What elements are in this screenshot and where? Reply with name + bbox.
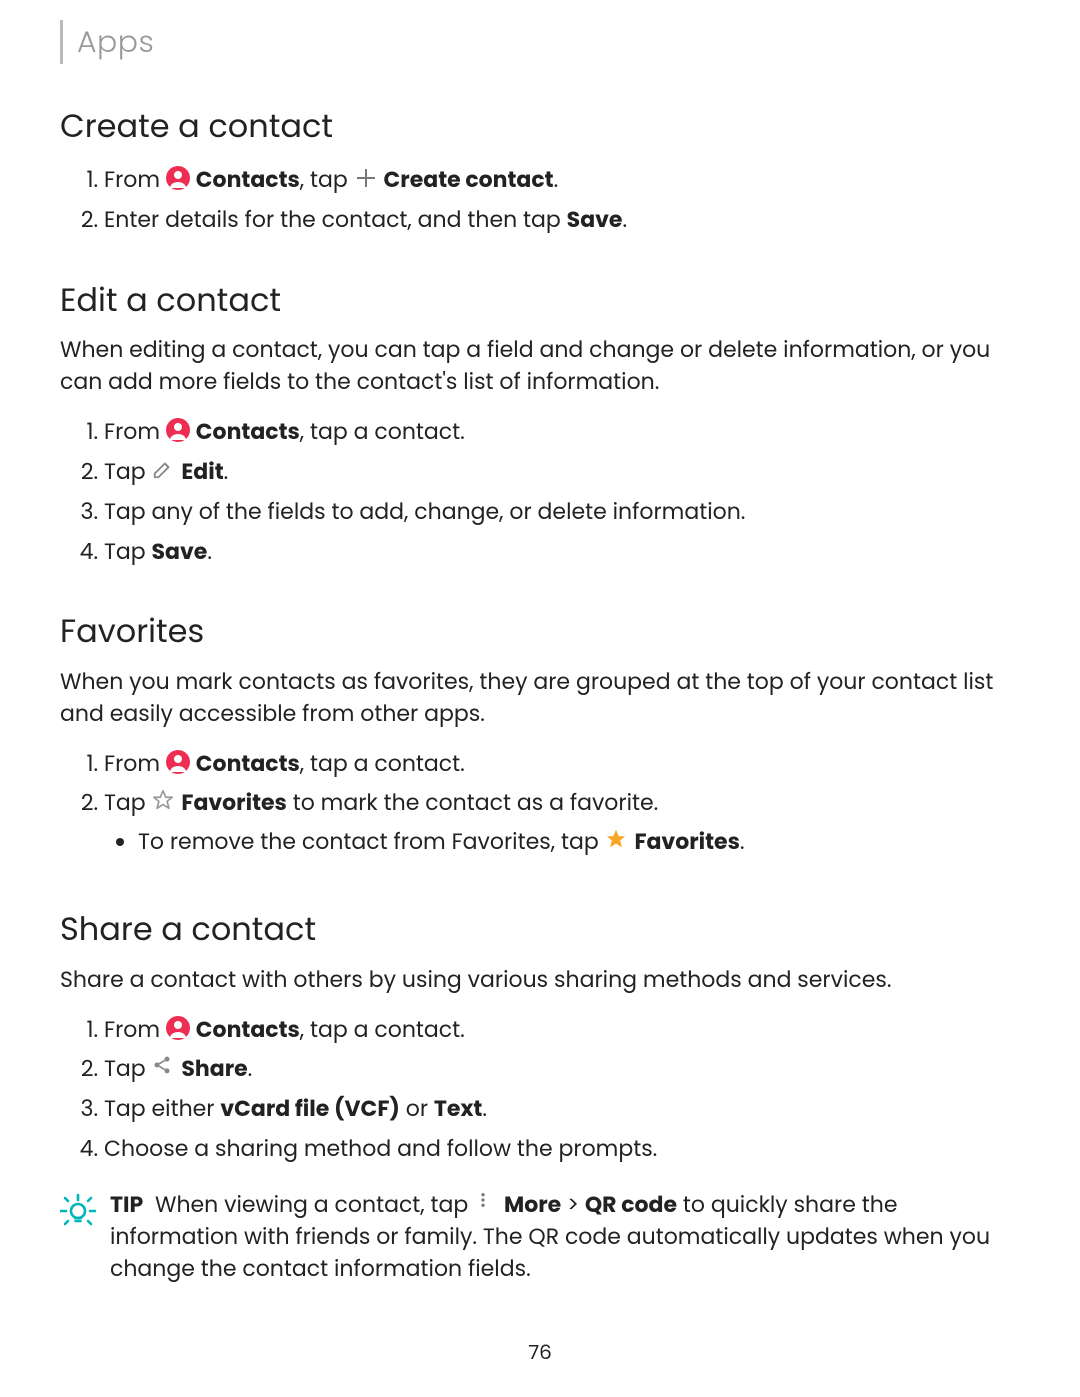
step-text: From: [104, 1014, 166, 1045]
intro-edit-contact: When editing a contact, you can tap a fi…: [60, 334, 1020, 398]
share-icon: [152, 1055, 176, 1079]
step-text-bold: Edit: [181, 456, 223, 487]
step-text-bold: Save: [567, 204, 623, 235]
tip-text: TIP When viewing a contact, tap More > Q…: [110, 1189, 1020, 1285]
tip-body: When viewing a contact, tap: [155, 1189, 474, 1220]
step: From Contacts, tap a contact.: [104, 412, 1020, 452]
step-text: Tap: [104, 536, 152, 567]
plus-icon: [354, 166, 378, 190]
contacts-icon: [166, 418, 190, 442]
heading-favorites: Favorites: [60, 609, 1020, 655]
step-text: .: [224, 456, 229, 487]
tip-more-label: More: [504, 1189, 561, 1220]
step-text: or: [400, 1093, 434, 1124]
step: From Contacts, tap a contact.: [104, 744, 1020, 784]
step: Tap Favorites to mark the contact as a f…: [104, 783, 1020, 869]
step-text: Tap: [104, 456, 152, 487]
step-text: .: [622, 204, 627, 235]
document-page: Apps Create a contact From Contacts, tap…: [0, 0, 1080, 1397]
step: Tap any of the fields to add, change, or…: [104, 492, 1020, 532]
step: Tap either vCard file (VCF) or Text.: [104, 1089, 1020, 1129]
step-text: From: [104, 164, 166, 195]
step-text-bold: vCard file (VCF): [220, 1093, 399, 1124]
step-text: Enter details for the contact, and then …: [104, 204, 567, 235]
steps-favorites: From Contacts, tap a contact. Tap Favori…: [60, 744, 1020, 870]
step-text: Tap: [104, 1053, 152, 1084]
heading-share-contact: Share a contact: [60, 907, 1020, 953]
step-text-bold: Contacts: [196, 748, 300, 779]
step: From Contacts, tap Create contact.: [104, 160, 1020, 200]
step-text-bold: Favorites: [634, 826, 739, 857]
edit-icon: [152, 458, 176, 482]
step-text: , tap a contact.: [300, 748, 465, 779]
step-text-bold: Share: [181, 1053, 247, 1084]
step-text: From: [104, 748, 166, 779]
step-text: .: [207, 536, 212, 567]
intro-share-contact: Share a contact with others by using var…: [60, 964, 1020, 996]
step: Tap Share.: [104, 1049, 1020, 1089]
step-text-bold: Contacts: [196, 164, 300, 195]
tip-qr-label: QR code: [585, 1189, 677, 1220]
substeps-favorites: To remove the contact from Favorites, ta…: [104, 823, 1020, 861]
tip-label: TIP: [110, 1189, 143, 1220]
contacts-icon: [166, 750, 190, 774]
step: From Contacts, tap a contact.: [104, 1010, 1020, 1050]
step: Choose a sharing method and follow the p…: [104, 1129, 1020, 1169]
step: Enter details for the contact, and then …: [104, 200, 1020, 240]
heading-edit-contact: Edit a contact: [60, 278, 1020, 324]
steps-share-contact: From Contacts, tap a contact. Tap Share.…: [60, 1010, 1020, 1170]
step-text-bold: Contacts: [196, 1014, 300, 1045]
intro-favorites: When you mark contacts as favorites, the…: [60, 666, 1020, 730]
step-text: From: [104, 416, 166, 447]
tip-block: TIP When viewing a contact, tap More > Q…: [60, 1189, 1020, 1285]
step: Tap Save.: [104, 532, 1020, 572]
heading-create-contact: Create a contact: [60, 104, 1020, 150]
steps-create-contact: From Contacts, tap Create contact. Enter…: [60, 160, 1020, 240]
step-text: .: [554, 164, 559, 195]
star-filled-icon: [605, 828, 629, 852]
more-icon: [474, 1191, 498, 1215]
step: Tap Edit.: [104, 452, 1020, 492]
step-text: .: [740, 826, 745, 857]
step-text-bold: Save: [152, 536, 208, 567]
substep: To remove the contact from Favorites, ta…: [138, 823, 1020, 861]
breadcrumb: Apps: [60, 20, 1020, 64]
step-text-bold: Text: [434, 1093, 482, 1124]
step-text: , tap a contact.: [300, 416, 465, 447]
step-text: .: [248, 1053, 253, 1084]
step-text: .: [482, 1093, 487, 1124]
step-text: to mark the contact as a favorite.: [287, 787, 658, 818]
contacts-icon: [166, 166, 190, 190]
step-text: , tap a contact.: [300, 1014, 465, 1045]
step-text-bold: Favorites: [181, 787, 286, 818]
lightbulb-icon: [60, 1191, 96, 1227]
contacts-icon: [166, 1016, 190, 1040]
step-text: To remove the contact from Favorites, ta…: [138, 826, 605, 857]
step-text: Tap either: [104, 1093, 220, 1124]
tip-body: >: [561, 1189, 585, 1220]
page-number: 76: [0, 1338, 1080, 1367]
step-text: , tap: [300, 164, 354, 195]
step-text: Tap: [104, 787, 152, 818]
star-outline-icon: [152, 789, 176, 813]
steps-edit-contact: From Contacts, tap a contact. Tap Edit. …: [60, 412, 1020, 572]
step-text-bold: Contacts: [196, 416, 300, 447]
step-text-bold: Create contact: [384, 164, 554, 195]
